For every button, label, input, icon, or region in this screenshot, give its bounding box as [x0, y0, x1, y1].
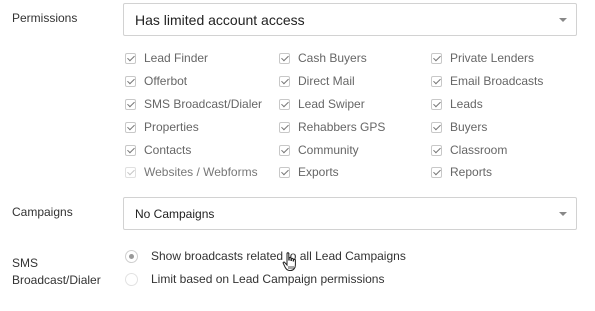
sms-label-line1: SMS	[12, 256, 39, 270]
campaigns-label: Campaigns	[12, 205, 73, 219]
checkbox-checked-icon[interactable]	[279, 75, 290, 87]
permission-email-broadcasts[interactable]: Email Broadcasts	[431, 73, 543, 89]
checkbox-checked-icon[interactable]	[431, 121, 442, 133]
checkbox-checked-icon[interactable]	[431, 144, 442, 156]
permission-cash-buyers[interactable]: Cash Buyers	[279, 50, 367, 66]
radio-unselected-icon[interactable]	[125, 272, 138, 286]
checkbox-checked-icon[interactable]	[431, 98, 442, 110]
permissions-select[interactable]: Has limited account access	[123, 3, 577, 36]
radio-option-limit[interactable]: Limit based on Lead Campaign permissions	[125, 272, 384, 286]
permission-lead-finder[interactable]: Lead Finder	[125, 50, 208, 66]
checkbox-checked-icon[interactable]	[125, 144, 136, 156]
checkbox-checked-icon[interactable]	[125, 98, 136, 110]
sms-label-line2: Broadcast/Dialer	[12, 273, 101, 287]
checkbox-checked-icon[interactable]	[431, 166, 442, 178]
checkbox-checked-icon[interactable]	[125, 121, 136, 133]
checkbox-checked-icon[interactable]	[279, 98, 290, 110]
permission-leads[interactable]: Leads	[431, 96, 483, 112]
radio-option-show-all[interactable]: Show broadcasts related to all Lead Camp…	[125, 249, 406, 263]
permission-community[interactable]: Community	[279, 142, 359, 158]
permission-exports[interactable]: Exports	[279, 164, 339, 180]
permission-lead-swiper[interactable]: Lead Swiper	[279, 96, 365, 112]
permission-properties[interactable]: Properties	[125, 119, 199, 135]
permission-rehabbers-gps[interactable]: Rehabbers GPS	[279, 119, 385, 135]
checkbox-checked-disabled-icon	[125, 166, 136, 178]
permission-reports[interactable]: Reports	[431, 164, 492, 180]
permission-offerbot[interactable]: Offerbot	[125, 73, 187, 89]
campaigns-select-value: No Campaigns	[135, 207, 215, 221]
permission-contacts[interactable]: Contacts	[125, 142, 191, 158]
hand-pointer-icon	[282, 252, 296, 271]
permissions-label: Permissions	[12, 11, 78, 25]
permission-classroom[interactable]: Classroom	[431, 142, 507, 158]
chevron-down-icon	[559, 17, 567, 22]
checkbox-checked-icon[interactable]	[125, 75, 136, 87]
checkbox-checked-icon[interactable]	[279, 144, 290, 156]
permission-websites-webforms: Websites / Webforms	[125, 164, 258, 180]
permission-sms-broadcast-dialer[interactable]: SMS Broadcast/Dialer	[125, 96, 262, 112]
checkbox-checked-icon[interactable]	[279, 52, 290, 64]
checkbox-checked-icon[interactable]	[431, 75, 442, 87]
campaigns-select[interactable]: No Campaigns	[123, 197, 577, 230]
permission-direct-mail[interactable]: Direct Mail	[279, 73, 355, 89]
permissions-select-value: Has limited account access	[135, 12, 305, 28]
checkbox-checked-icon[interactable]	[431, 52, 442, 64]
permission-private-lenders[interactable]: Private Lenders	[431, 50, 534, 66]
radio-selected-icon[interactable]	[125, 249, 138, 263]
checkbox-checked-icon[interactable]	[279, 166, 290, 178]
permission-buyers[interactable]: Buyers	[431, 119, 487, 135]
checkbox-checked-icon[interactable]	[125, 52, 136, 64]
chevron-down-icon	[559, 211, 567, 216]
checkbox-checked-icon[interactable]	[279, 121, 290, 133]
